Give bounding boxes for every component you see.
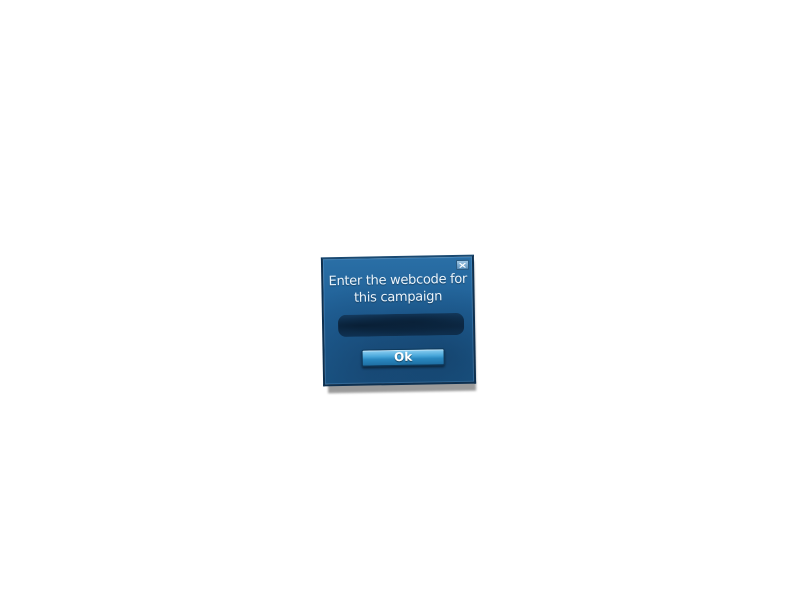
ok-button[interactable]: Ok: [361, 348, 445, 367]
game-screen: Enter the webcode for this campaign Ok: [0, 0, 800, 600]
close-button[interactable]: [455, 259, 470, 270]
dialog-prompt: Enter the webcode for this campaign: [328, 271, 468, 306]
webcode-dialog: Enter the webcode for this campaign Ok: [320, 254, 477, 387]
webcode-input[interactable]: [337, 312, 465, 338]
close-icon: [459, 262, 466, 268]
